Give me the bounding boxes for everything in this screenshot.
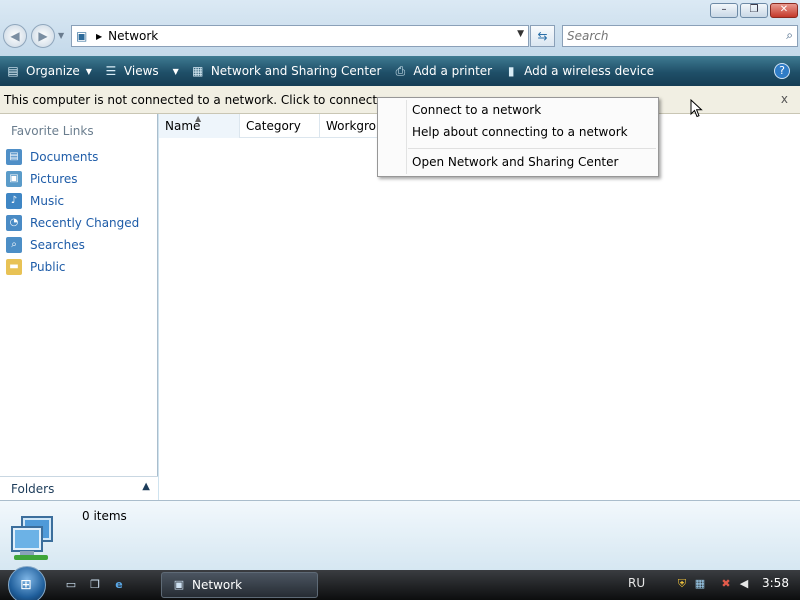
recent-pages-chevron-icon[interactable]: ▼ bbox=[58, 31, 64, 40]
info-bar-text[interactable]: This computer is not connected to a netw… bbox=[4, 93, 388, 107]
network-computers-icon bbox=[11, 516, 53, 560]
windows-logo-icon: ⊞ bbox=[20, 577, 32, 593]
help-button[interactable]: ? bbox=[774, 63, 790, 79]
clock[interactable]: 3:58 bbox=[762, 576, 789, 590]
address-bar[interactable]: ▣ ▶ Network ▼ bbox=[71, 25, 529, 47]
nav-item-label: Documents bbox=[30, 150, 99, 164]
chevron-up-icon[interactable]: ▲ bbox=[142, 481, 150, 492]
context-menu: Connect to a network Help about connecti… bbox=[377, 97, 659, 177]
nav-item-label: Searches bbox=[30, 238, 85, 252]
switch-windows-icon[interactable]: ❐ bbox=[86, 576, 104, 594]
back-button[interactable]: ◀ bbox=[3, 24, 27, 48]
start-button[interactable]: ⊞ bbox=[8, 566, 46, 600]
documents-icon: ▤ bbox=[6, 149, 22, 165]
details-pane: 0 items bbox=[0, 500, 800, 570]
network-sharing-label: Network and Sharing Center bbox=[210, 64, 382, 78]
nav-item-label: Music bbox=[30, 194, 65, 208]
internet-explorer-icon[interactable]: e bbox=[110, 576, 128, 594]
nav-item-label: Public bbox=[30, 260, 66, 274]
minimize-button[interactable]: – bbox=[710, 3, 738, 18]
column-header: ▲ Name Category Workgroup bbox=[159, 114, 400, 138]
sort-arrow-icon: ▲ bbox=[195, 114, 202, 123]
network-icon: ▣ bbox=[173, 578, 185, 591]
refresh-icon: ⇆ bbox=[537, 29, 548, 43]
chevron-down-icon: ▼ bbox=[172, 66, 179, 76]
network-icon: ▣ bbox=[76, 29, 88, 43]
nav-item-music[interactable]: ♪ Music bbox=[6, 190, 139, 212]
searches-icon: ⌕ bbox=[6, 237, 22, 253]
taskbar-item-label: Network bbox=[192, 578, 243, 592]
address-dropdown-icon[interactable]: ▼ bbox=[517, 29, 524, 39]
refresh-button[interactable]: ⇆ bbox=[530, 25, 555, 47]
menu-item-help-connecting[interactable]: Help about connecting to a network bbox=[412, 125, 628, 139]
nav-item-label: Recently Changed bbox=[30, 216, 140, 230]
taskbar-item-network[interactable]: ▣ Network bbox=[161, 572, 318, 598]
back-arrow-icon: ◀ bbox=[10, 29, 20, 43]
nav-item-searches[interactable]: ⌕ Searches bbox=[6, 234, 139, 256]
info-bar-close-icon[interactable]: x bbox=[781, 92, 788, 106]
network-sharing-icon: ▦ bbox=[192, 64, 204, 78]
address-path[interactable]: Network bbox=[108, 29, 158, 43]
views-label: Views bbox=[123, 64, 159, 78]
column-category-label: Category bbox=[246, 119, 301, 133]
printer-icon: ⎙ bbox=[395, 64, 406, 78]
nav-item-public[interactable]: ▬ Public bbox=[6, 256, 139, 278]
volume-icon[interactable]: ◀ bbox=[736, 576, 752, 592]
public-folder-icon: ▬ bbox=[6, 259, 22, 275]
add-wireless-label: Add a wireless device bbox=[524, 64, 654, 78]
search-icon[interactable]: ⌕ bbox=[786, 28, 793, 43]
show-desktop-icon[interactable]: ▭ bbox=[62, 576, 80, 594]
folders-toggle[interactable]: Folders ▲ bbox=[0, 476, 158, 500]
close-button[interactable]: ✕ bbox=[770, 3, 798, 18]
views-icon: ☰ bbox=[105, 64, 117, 78]
nav-item-pictures[interactable]: ▣ Pictures bbox=[6, 168, 139, 190]
item-count: 0 items bbox=[82, 509, 127, 523]
language-indicator[interactable]: RU bbox=[628, 576, 645, 590]
breadcrumb-arrow-icon[interactable]: ▶ bbox=[96, 32, 102, 41]
search-input[interactable] bbox=[567, 26, 767, 46]
recent-icon: ◔ bbox=[6, 215, 22, 231]
organize-button[interactable]: ▤ Organize ▼ bbox=[0, 56, 98, 86]
security-shield-icon[interactable]: ⛨ bbox=[674, 576, 690, 592]
forward-arrow-icon: ▶ bbox=[38, 29, 48, 43]
folders-label: Folders bbox=[11, 481, 55, 496]
network-status-icon[interactable]: ▦ bbox=[692, 576, 708, 592]
nav-item-label: Pictures bbox=[30, 172, 78, 186]
command-bar: ▤ Organize ▼ ☰ Views ▼ ▦ Network and Sha… bbox=[0, 56, 800, 86]
title-bar: – ❐ ✕ ◀ ▶ ▼ ▣ ▶ Network ▼ ⇆ ⌕ bbox=[0, 0, 800, 56]
search-box[interactable]: ⌕ bbox=[562, 25, 798, 47]
wireless-device-icon: ▮ bbox=[507, 64, 515, 78]
menu-item-open-network-sharing-center[interactable]: Open Network and Sharing Center bbox=[412, 155, 618, 169]
menu-separator bbox=[408, 148, 656, 149]
maximize-button[interactable]: ❐ bbox=[740, 3, 768, 18]
taskbar: ⊞ ▭ ❐ e ▣ Network RU ⛨ ▦ ✖ ◀ 3:58 bbox=[0, 566, 800, 600]
add-printer-button[interactable]: ⎙ Add a printer bbox=[387, 56, 498, 86]
forward-button[interactable]: ▶ bbox=[31, 24, 55, 48]
organize-label: Organize bbox=[26, 64, 80, 78]
add-wireless-device-button[interactable]: ▮ Add a wireless device bbox=[498, 56, 660, 86]
column-category[interactable]: Category bbox=[240, 114, 320, 138]
favorite-links-title: Favorite Links bbox=[11, 124, 94, 138]
add-printer-label: Add a printer bbox=[413, 64, 493, 78]
music-icon: ♪ bbox=[6, 193, 22, 209]
organize-icon: ▤ bbox=[7, 64, 19, 78]
favorite-links-list: ▤ Documents ▣ Pictures ♪ Music ◔ Recentl… bbox=[6, 146, 139, 278]
navigation-pane: Favorite Links ▤ Documents ▣ Pictures ♪ … bbox=[0, 114, 158, 500]
nav-item-documents[interactable]: ▤ Documents bbox=[6, 146, 139, 168]
network-sharing-center-button[interactable]: ▦ Network and Sharing Center bbox=[185, 56, 388, 86]
column-name[interactable]: ▲ Name bbox=[159, 114, 240, 138]
nav-item-recently-changed[interactable]: ◔ Recently Changed bbox=[6, 212, 139, 234]
views-button[interactable]: ☰ Views ▼ bbox=[98, 56, 185, 86]
menu-item-connect-to-network[interactable]: Connect to a network bbox=[412, 103, 541, 117]
network-disconnected-icon[interactable]: ✖ bbox=[718, 576, 734, 592]
chevron-down-icon: ▼ bbox=[85, 66, 92, 76]
pictures-icon: ▣ bbox=[6, 171, 22, 187]
